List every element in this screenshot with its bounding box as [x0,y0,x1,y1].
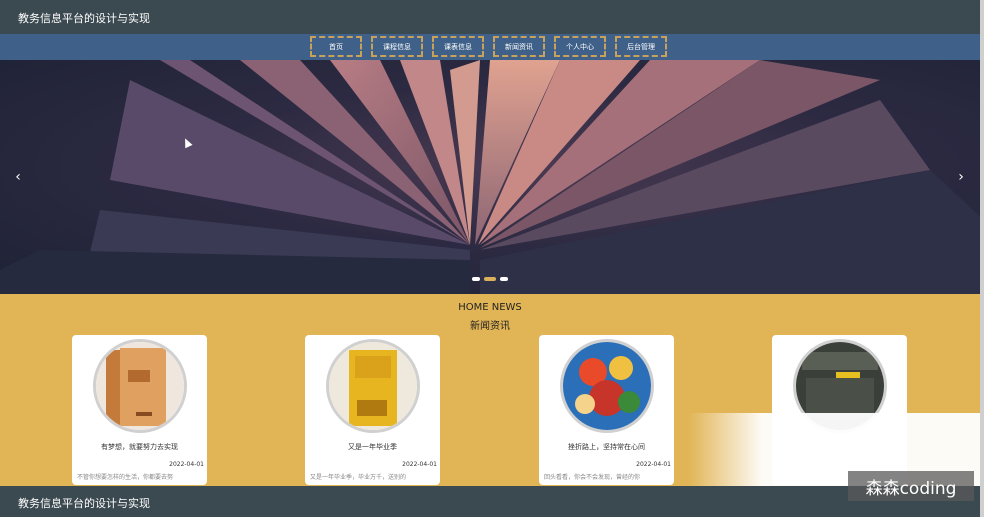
nav-item-profile[interactable]: 个人中心 [554,36,606,57]
nav-item-timetable[interactable]: 课表信息 [432,36,484,57]
carousel-indicators [472,277,508,281]
news-card[interactable]: 有梦想，就要努力去实现 2022-04-01 不管你想要怎样的生活，你都要去努 [72,335,207,485]
news-card-date: 2022-04-01 [169,461,204,468]
news-card[interactable]: 挫折路上，坚持常在心间 2022-04-01 回头看看，你会不会发现，曾经的你 [539,335,674,485]
news-section-title-en: HOME NEWS [458,302,522,313]
watermark-label: 森森coding [848,471,974,501]
site-title[interactable]: 教务信息平台的设计与实现 [18,10,150,26]
main-nav: 首页 课程信息 课表信息 新闻资讯 个人中心 后台管理 [0,34,984,60]
nav-item-admin[interactable]: 后台管理 [615,36,667,57]
news-section-title-cn: 新闻资讯 [470,321,510,332]
carousel-next-icon[interactable]: › [952,168,970,186]
page-scrollbar[interactable] [980,0,984,517]
banner-carousel[interactable]: ‹ › [0,60,984,294]
carousel-prev-icon[interactable]: ‹ [9,168,27,186]
news-thumbnail [560,339,654,433]
news-card-date: 2022-04-01 [402,461,437,468]
news-card-date: 2022-04-01 [636,461,671,468]
news-card-excerpt: 又是一年毕业季，毕业万千，送别的 [310,474,407,481]
carousel-dot-3[interactable] [500,277,508,281]
news-card-title: 挫折路上，坚持常在心间 [568,443,645,451]
news-thumbnail [93,339,187,433]
top-header: 教务信息平台的设计与实现 [0,0,984,34]
carousel-dot-2[interactable] [484,277,496,281]
footer-text: 教务信息平台的设计与实现 [18,497,150,510]
news-card-excerpt: 回头看看，你会不会发现，曾经的你 [544,474,641,481]
news-thumbnail [326,339,420,433]
news-card-title: 又是一年毕业季 [348,443,397,451]
news-card-excerpt: 不管你想要怎样的生活，你都要去努 [77,474,174,481]
nav-item-home[interactable]: 首页 [310,36,362,57]
news-card-title: 有梦想，就要努力去实现 [101,443,178,451]
carousel-dot-1[interactable] [472,277,480,281]
footer: 教务信息平台的设计与实现 [0,486,984,517]
nav-item-courses[interactable]: 课程信息 [371,36,423,57]
banner-book-image [0,60,984,294]
news-card[interactable]: 又是一年毕业季 2022-04-01 又是一年毕业季，毕业万千，送别的 [305,335,440,485]
nav-item-news[interactable]: 新闻资讯 [493,36,545,57]
